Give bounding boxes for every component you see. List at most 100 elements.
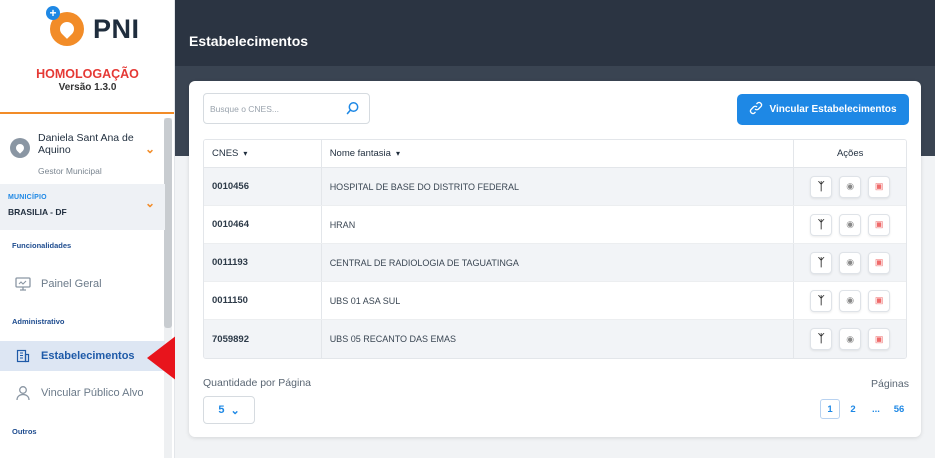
eye-icon: ◉ bbox=[846, 257, 855, 267]
building-icon bbox=[14, 348, 32, 364]
section-outros: Outros bbox=[12, 427, 37, 436]
page-button-1[interactable]: 1 bbox=[820, 399, 840, 419]
municipio-label: MUNICÍPIO bbox=[8, 194, 47, 201]
users-icon: ᛉ bbox=[817, 180, 825, 193]
cnes-cell: 0011150 bbox=[204, 282, 322, 319]
trash-icon: ▣ bbox=[874, 257, 884, 267]
actions-cell: ᛉ ◉ ▣ bbox=[794, 244, 906, 281]
municipio-value: BRASILIA - DF bbox=[8, 207, 67, 217]
table-row: 0010456 HOSPITAL DE BASE DO DISTRITO FED… bbox=[204, 168, 906, 206]
actions-cell: ᛉ ◉ ▣ bbox=[794, 168, 906, 205]
sidebar-item-painel-geral[interactable]: Painel Geral bbox=[0, 269, 165, 299]
vincular-estabelecimentos-button[interactable]: Vincular Estabelecimentos bbox=[737, 94, 909, 125]
sidebar-item-label: Estabelecimentos bbox=[41, 350, 135, 362]
view-button[interactable]: ◉ bbox=[839, 251, 862, 274]
cnes-cell: 0011193 bbox=[204, 244, 322, 281]
cnes-cell: 7059892 bbox=[204, 320, 322, 358]
sort-icon: ▾ bbox=[243, 149, 248, 158]
link-users-button[interactable]: ᛉ bbox=[810, 213, 833, 236]
delete-button[interactable]: ▣ bbox=[868, 328, 891, 350]
nome-fantasia-cell: CENTRAL DE RADIOLOGIA DE TAGUATINGA bbox=[322, 244, 795, 281]
sidebar-item-vincular-publico-alvo[interactable]: Vincular Público Alvo bbox=[0, 378, 165, 408]
section-administrativo: Administrativo bbox=[12, 317, 65, 326]
establishments-card: Vincular Estabelecimentos CNES▾ Nome fan… bbox=[189, 81, 921, 437]
table-row: 0011193 CENTRAL DE RADIOLOGIA DE TAGUATI… bbox=[204, 244, 906, 282]
nome-fantasia-cell: HOSPITAL DE BASE DO DISTRITO FEDERAL bbox=[322, 168, 795, 205]
link-users-button[interactable]: ᛉ bbox=[810, 289, 833, 312]
nome-fantasia-cell: HRAN bbox=[322, 206, 795, 243]
page-button-2[interactable]: 2 bbox=[843, 399, 863, 419]
sidebar: + PNI HOMOLOGAÇÃO Versão 1.3.0 Daniela S… bbox=[0, 0, 175, 458]
sidebar-item-label: Painel Geral bbox=[41, 278, 102, 290]
trash-icon: ▣ bbox=[874, 295, 884, 305]
table-row: 0011150 UBS 01 ASA SUL ᛉ ◉ ▣ bbox=[204, 282, 906, 320]
column-header-cnes[interactable]: CNES ▾ bbox=[204, 140, 322, 167]
delete-button[interactable]: ▣ bbox=[868, 213, 891, 236]
pni-logo-icon: + bbox=[46, 6, 84, 46]
chevron-down-icon[interactable]: ⌄ bbox=[145, 196, 155, 210]
page-size-value: 5 bbox=[218, 404, 225, 416]
search-icon[interactable] bbox=[346, 101, 360, 120]
link-users-button[interactable]: ᛉ bbox=[810, 328, 833, 350]
cnes-cell: 0010456 bbox=[204, 168, 322, 205]
page-size-label: Quantidade por Página bbox=[203, 377, 311, 389]
search-input[interactable] bbox=[210, 101, 340, 117]
page-title: Estabelecimentos bbox=[189, 33, 309, 49]
table-row: 7059892 UBS 05 RECANTO DAS EMAS ᛉ ◉ ▣ bbox=[204, 320, 906, 358]
trash-icon: ▣ bbox=[874, 219, 884, 229]
user-menu[interactable]: Daniela Sant Ana de Aquino Gestor Munici… bbox=[0, 120, 165, 180]
table-row: 0010464 HRAN ᛉ ◉ ▣ bbox=[204, 206, 906, 244]
municipio-selector[interactable]: MUNICÍPIO BRASILIA - DF ⌄ bbox=[0, 184, 165, 230]
view-button[interactable]: ◉ bbox=[839, 289, 862, 312]
divider bbox=[0, 112, 174, 114]
users-icon: ᛉ bbox=[817, 294, 825, 307]
chevron-down-icon: ⌄ bbox=[230, 404, 240, 417]
link-users-button[interactable]: ᛉ bbox=[810, 251, 833, 274]
app-root: + PNI HOMOLOGAÇÃO Versão 1.3.0 Daniela S… bbox=[0, 0, 935, 458]
avatar bbox=[10, 138, 30, 158]
section-funcionalidades: Funcionalidades bbox=[12, 241, 72, 250]
page-ellipsis: ... bbox=[872, 403, 880, 415]
vincular-button-label: Vincular Estabelecimentos bbox=[769, 104, 897, 115]
link-users-button[interactable]: ᛉ bbox=[810, 175, 833, 198]
user-name: Daniela Sant Ana de Aquino bbox=[38, 132, 134, 156]
sidebar-item-label: Vincular Público Alvo bbox=[41, 387, 144, 399]
trash-icon: ▣ bbox=[874, 333, 884, 344]
eye-icon: ◉ bbox=[846, 295, 855, 305]
monitor-icon bbox=[14, 276, 32, 292]
user-role: Gestor Municipal bbox=[38, 166, 102, 176]
environment-label: HOMOLOGAÇÃO bbox=[36, 67, 139, 81]
actions-cell: ᛉ ◉ ▣ bbox=[794, 320, 906, 358]
delete-button[interactable]: ▣ bbox=[868, 251, 891, 274]
chevron-down-icon[interactable]: ⌄ bbox=[145, 142, 155, 156]
plus-badge-icon: + bbox=[46, 6, 60, 20]
actions-cell: ᛉ ◉ ▣ bbox=[794, 282, 906, 319]
delete-button[interactable]: ▣ bbox=[868, 175, 891, 198]
eye-icon: ◉ bbox=[846, 181, 855, 191]
view-button[interactable]: ◉ bbox=[839, 328, 862, 350]
delete-button[interactable]: ▣ bbox=[868, 289, 891, 312]
sort-icon: ▾ bbox=[395, 149, 400, 158]
sidebar-item-estabelecimentos[interactable]: Estabelecimentos bbox=[0, 341, 165, 371]
users-icon: ᛉ bbox=[817, 218, 825, 231]
view-button[interactable]: ◉ bbox=[839, 175, 862, 198]
column-header-acoes: Ações bbox=[836, 148, 864, 159]
users-icon: ᛉ bbox=[817, 256, 825, 269]
link-icon bbox=[749, 101, 763, 118]
users-icon: ᛉ bbox=[817, 333, 825, 345]
eye-icon: ◉ bbox=[846, 333, 855, 344]
logo: + PNI bbox=[46, 6, 140, 52]
search-box bbox=[203, 93, 370, 124]
pages-label: Páginas bbox=[871, 378, 909, 390]
view-button[interactable]: ◉ bbox=[839, 213, 862, 236]
sidebar-scrollbar-thumb[interactable] bbox=[164, 118, 172, 328]
page-button-last[interactable]: 56 bbox=[889, 399, 909, 419]
trash-icon: ▣ bbox=[874, 181, 884, 191]
column-header-nome-fantasia[interactable]: Nome fantasia ▾ bbox=[322, 140, 795, 167]
table-header: CNES ▾ Nome fantasia ▾ Ações bbox=[204, 140, 906, 168]
page-size-select[interactable]: 5 ⌄ bbox=[203, 396, 255, 424]
user-icon bbox=[14, 385, 32, 401]
version-label: Versão 1.3.0 bbox=[58, 82, 117, 93]
eye-icon: ◉ bbox=[846, 219, 855, 229]
establishments-table: CNES ▾ Nome fantasia ▾ Ações 0010456 HOSPI… bbox=[203, 139, 907, 359]
